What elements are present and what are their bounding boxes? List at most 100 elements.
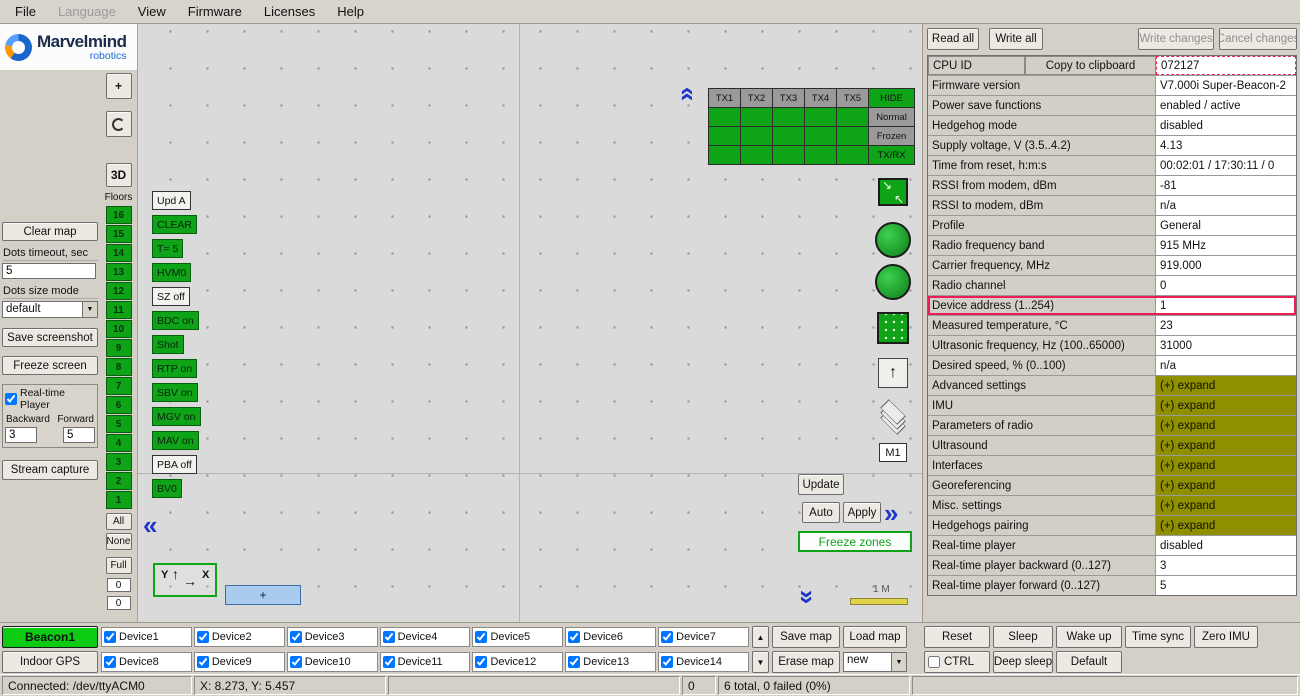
map-action-button[interactable]: CLEAR [152,215,197,234]
tx-toggle-cell[interactable] [805,108,836,126]
ctrl-checkbox[interactable] [928,656,940,668]
zero-imu-button[interactable]: Zero IMU [1194,626,1258,648]
tx-toggle-cell[interactable] [741,108,772,126]
indoor-gps-button[interactable]: Indoor GPS [2,651,98,673]
device-checkbox[interactable] [197,656,209,668]
tx-toggle-cell[interactable] [837,108,868,126]
device-item[interactable]: Device3 [287,627,378,647]
param-value[interactable]: 31000 [1156,336,1296,355]
menu-item[interactable]: File [4,1,47,22]
device-item[interactable]: Device8 [101,652,192,672]
pan-left-button[interactable]: « [143,512,157,538]
floor-cell[interactable]: 1 [106,491,132,509]
floor-cell[interactable]: 7 [106,377,132,395]
tx-header-cell[interactable]: TX3 [773,89,804,107]
device-item[interactable]: Device11 [380,652,471,672]
read-all-button[interactable]: Read all [927,28,979,50]
floor-cell[interactable]: 12 [106,282,132,300]
floor-cell[interactable]: 5 [106,415,132,433]
param-value[interactable]: 1 [1156,296,1296,315]
map-action-button[interactable]: RTP on [152,359,197,378]
auto-button[interactable]: Auto [802,502,840,523]
floors-none-button[interactable]: None [106,533,132,550]
menu-item[interactable]: Firmware [177,1,253,22]
param-value[interactable]: (+) expand [1156,436,1296,455]
tx-header-cell[interactable]: TX2 [741,89,772,107]
floor-cell[interactable]: 6 [106,396,132,414]
layers-icon[interactable] [875,400,911,436]
tx-hide-button[interactable]: HIDE [869,89,914,107]
param-value[interactable]: enabled / active [1156,96,1296,115]
forward-input[interactable] [63,427,95,443]
param-value[interactable]: (+) expand [1156,416,1296,435]
param-value[interactable]: General [1156,216,1296,235]
dots-grid-button[interactable] [877,312,909,344]
realtime-player-checkbox[interactable] [5,393,17,405]
tx-header-cell[interactable]: TX4 [805,89,836,107]
param-value[interactable]: V7.000i Super-Beacon-2 [1156,76,1296,95]
device-item[interactable]: Device12 [472,652,563,672]
device-item[interactable]: Device14 [658,652,749,672]
floor-cell[interactable]: 2 [106,472,132,490]
beacon-circle-button[interactable] [875,222,911,258]
device-item[interactable]: Device10 [287,652,378,672]
map-action-button[interactable]: BV0 [152,479,182,498]
freeze-screen-button[interactable]: Freeze screen [2,356,98,375]
map-action-button[interactable]: T= 5 [152,239,183,258]
floor-cell[interactable]: 10 [106,320,132,338]
add-submap-button[interactable]: + [225,585,301,605]
param-value[interactable]: n/a [1156,356,1296,375]
map-m1-badge[interactable]: M1 [879,443,907,462]
device-checkbox[interactable] [475,656,487,668]
device-checkbox[interactable] [197,631,209,643]
deep-sleep-button[interactable]: Deep sleep [993,651,1053,673]
load-map-button[interactable]: Load map [843,626,907,648]
cpu-id-value[interactable]: 072127 [1156,56,1296,75]
tx-toggle-cell[interactable] [741,146,772,164]
tx-toggle-cell[interactable] [709,146,740,164]
floor-cell[interactable]: 9 [106,339,132,357]
param-value[interactable]: (+) expand [1156,376,1296,395]
param-value[interactable]: 3 [1156,556,1296,575]
menu-item[interactable]: Language [47,1,127,22]
floor-cell[interactable]: 11 [106,301,132,319]
sleep-button[interactable]: Sleep [993,626,1053,648]
param-value[interactable]: 0 [1156,276,1296,295]
floor-cell[interactable]: 13 [106,263,132,281]
stream-capture-button[interactable]: Stream capture [2,460,98,480]
device-item[interactable]: Device1 [101,627,192,647]
devices-scroll-up-button[interactable]: ▲ [752,626,769,648]
menu-item[interactable]: Help [326,1,375,22]
tx-toggle-cell[interactable] [773,127,804,145]
device-checkbox[interactable] [290,631,302,643]
tx-txrx-button[interactable]: TX/RX [869,146,914,164]
map-action-button[interactable]: SZ off [152,287,190,306]
copy-to-clipboard-button[interactable]: Copy to clipboard [1025,56,1156,75]
default-button[interactable]: Default [1056,651,1122,673]
map-action-button[interactable]: Upd A [152,191,191,210]
floor-cell[interactable]: 4 [106,434,132,452]
map-canvas[interactable]: Upd A CLEAR T= 5 HVM0 SZ off BDC on Shot… [137,24,922,622]
map-action-button[interactable]: PBA off [152,455,197,474]
freeze-zones-button[interactable]: Freeze zones [798,531,912,552]
backward-input[interactable] [5,427,37,443]
param-value[interactable]: (+) expand [1156,476,1296,495]
device-checkbox[interactable] [383,656,395,668]
tx-toggle-cell[interactable] [741,127,772,145]
dots-timeout-input[interactable] [2,263,96,279]
device-checkbox[interactable] [475,631,487,643]
param-value[interactable]: 23 [1156,316,1296,335]
map-select[interactable]: new ▼ [843,652,907,672]
orientation-up-button[interactable]: ↑ [878,358,908,388]
param-value[interactable]: 4.13 [1156,136,1296,155]
beacon-circle-button[interactable] [875,264,911,300]
realtime-player-toggle[interactable]: Real-time Player [5,387,95,411]
tx-toggle-cell[interactable] [837,127,868,145]
param-value[interactable]: (+) expand [1156,516,1296,535]
device-checkbox[interactable] [290,656,302,668]
device-checkbox[interactable] [104,656,116,668]
map-action-button[interactable]: SBV on [152,383,198,402]
menu-item[interactable]: Licenses [253,1,326,22]
param-value[interactable]: (+) expand [1156,456,1296,475]
ctrl-button[interactable]: CTRL [924,651,990,673]
